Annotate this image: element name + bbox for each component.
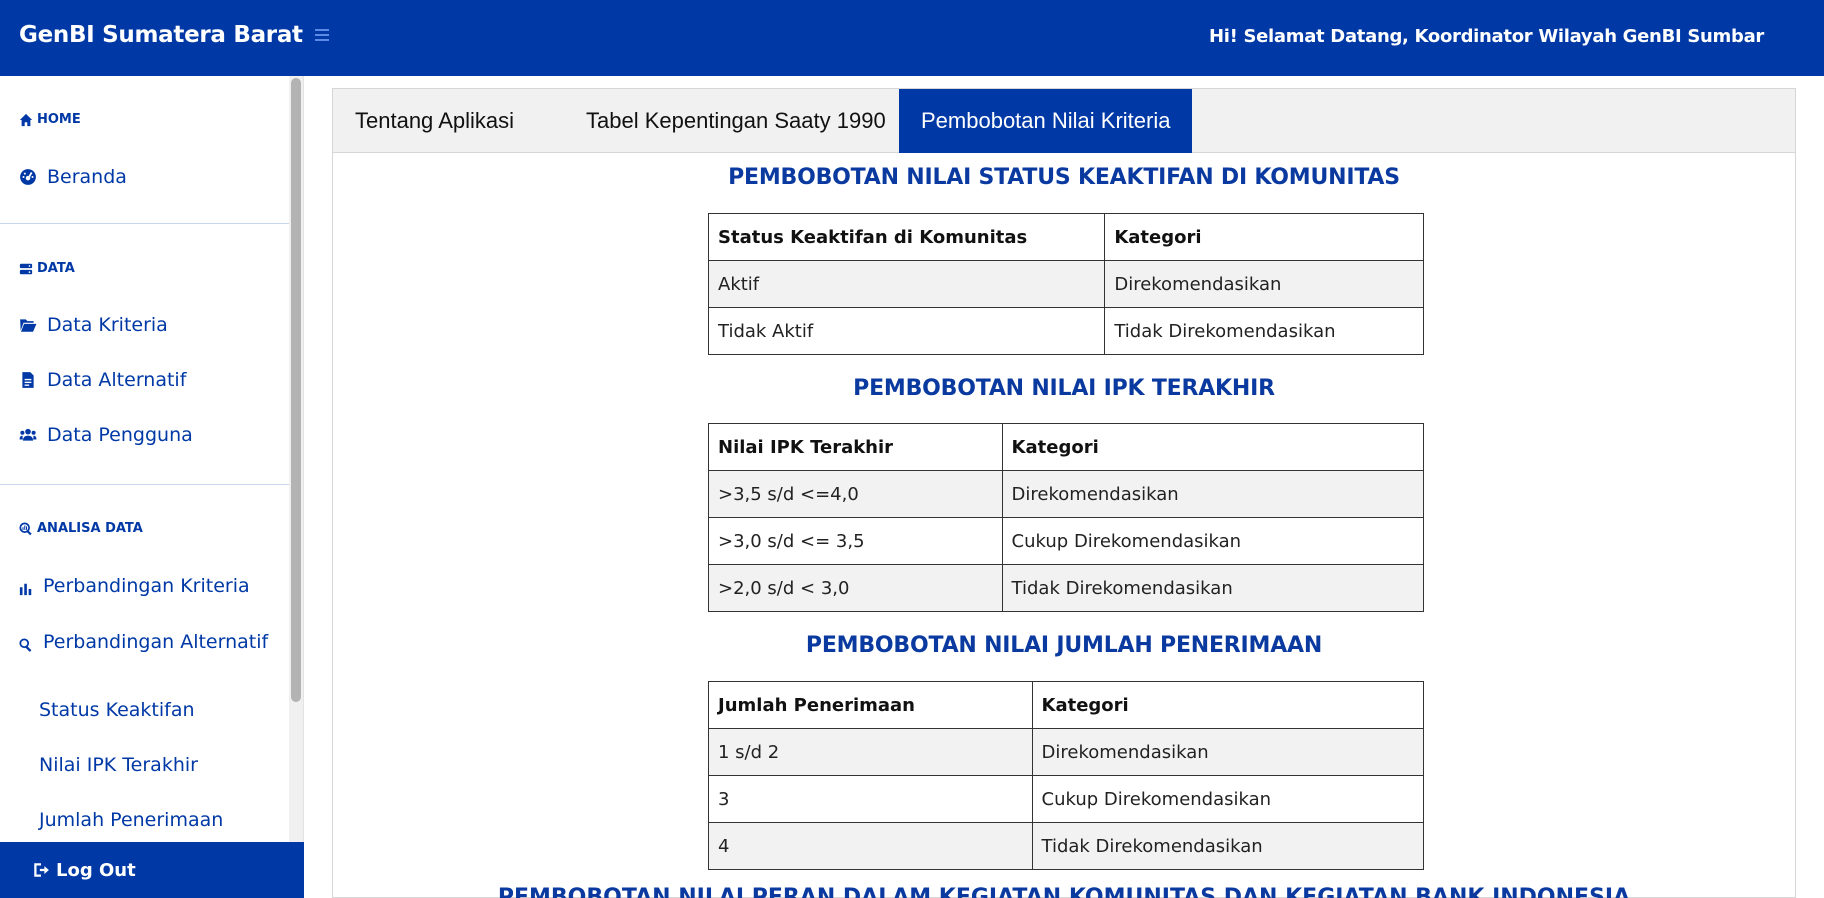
sidebar-item-label: Data Pengguna (47, 424, 193, 446)
content-card: Tentang Aplikasi Tabel Kepentingan Saaty… (332, 88, 1796, 898)
column-header: Status Keaktifan di Komunitas (707, 213, 1106, 261)
table-row: >3,5 s/d <=4,0 Direkomendasikan (708, 470, 1425, 518)
sidebar-item-label: Beranda (47, 166, 127, 188)
tab-pembobotan-nilai-kriteria[interactable]: Pembobotan Nilai Kriteria (899, 89, 1193, 153)
sidebar-item-label: Status Keaktifan (39, 699, 195, 721)
logout-button[interactable]: Log Out (0, 842, 304, 898)
table-row: 1 s/d 2 Direkomendasikan (708, 728, 1425, 776)
sidebar-section-label: ANALISA DATA (37, 521, 143, 536)
table-cell: 1 s/d 2 (708, 728, 1033, 776)
sidebar-item-beranda[interactable]: Beranda (19, 166, 127, 188)
sidebar-item-label: Perbandingan Alternatif (43, 631, 269, 653)
sidebar-item-perbandingan-alternatif[interactable]: Perbandingan Alternatif (19, 631, 268, 653)
table-header-row: Status Keaktifan di Komunitas Kategori (707, 213, 1424, 261)
tab-label: Tentang Aplikasi (355, 108, 514, 133)
column-header: Kategori (1001, 423, 1425, 471)
tab-label: Tabel Kepentingan Saaty 1990 (586, 108, 886, 133)
users-icon (19, 426, 37, 444)
table-cell: Tidak Direkomendasikan (1001, 564, 1425, 612)
table-header-row: Nilai IPK Terakhir Kategori (708, 423, 1425, 471)
sidebar-item-data-kriteria[interactable]: Data Kriteria (19, 314, 168, 336)
table-cell: >3,0 s/d <= 3,5 (708, 517, 1003, 565)
table-cell: 4 (708, 822, 1033, 870)
bar-chart-icon (19, 579, 33, 596)
sidebar-item-perbandingan-kriteria[interactable]: Perbandingan Kriteria (19, 575, 250, 597)
table-row: Aktif Direkomendasikan (707, 260, 1424, 308)
table-cell: Tidak Direkomendasikan (1104, 307, 1424, 355)
sidebar-scrollbar[interactable] (289, 76, 303, 898)
table-cell: Direkomendasikan (1031, 728, 1425, 776)
sidebar-item-label: Data Alternatif (47, 369, 187, 391)
table-status-keaktifan: Status Keaktifan di Komunitas Kategori A… (707, 213, 1424, 355)
table-row: Tidak Aktif Tidak Direkomendasikan (707, 307, 1424, 355)
section-title-jumlah-penerimaan: PEMBOBOTAN NILAI JUMLAH PENERIMAAN (805, 633, 1323, 658)
table-cell: 3 (708, 775, 1033, 823)
table-cell: Tidak Direkomendasikan (1031, 822, 1425, 870)
section-title-nilai-ipk: PEMBOBOTAN NILAI IPK TERAKHIR (853, 376, 1275, 401)
menu-toggle-icon[interactable] (312, 26, 332, 46)
column-header: Nilai IPK Terakhir (708, 423, 1003, 471)
server-icon (19, 262, 33, 276)
sidebar-item-label: Nilai IPK Terakhir (39, 754, 198, 776)
magnifier-icon (19, 635, 33, 652)
sidebar-item-data-alternatif[interactable]: Data Alternatif (19, 369, 186, 391)
folder-open-icon (19, 316, 37, 334)
table-cell: >2,0 s/d < 3,0 (708, 564, 1003, 612)
table-row: >2,0 s/d < 3,0 Tidak Direkomendasikan (708, 564, 1425, 612)
sidebar-subitem-jumlah-penerimaan[interactable]: Jumlah Penerimaan (39, 809, 223, 831)
home-icon (19, 113, 33, 127)
top-navbar: GenBI Sumatera Barat Hi! Selamat Datang,… (0, 0, 1824, 76)
search-chart-icon (19, 521, 33, 536)
table-jumlah-penerimaan: Jumlah Penerimaan Kategori 1 s/d 2 Direk… (708, 681, 1425, 870)
tab-tentang-aplikasi[interactable]: Tentang Aplikasi (333, 89, 536, 153)
table-cell: Aktif (707, 260, 1106, 308)
column-header: Jumlah Penerimaan (708, 681, 1033, 729)
section-title-peran-kegiatan: PEMBOBOTAN NILAI PERAN DALAM KEGIATAN KO… (497, 885, 1631, 898)
sidebar-section-label: HOME (37, 112, 81, 127)
sign-out-icon (32, 861, 50, 879)
tab-label: Pembobotan Nilai Kriteria (921, 108, 1171, 133)
table-header-row: Jumlah Penerimaan Kategori (708, 681, 1425, 729)
table-row: 3 Cukup Direkomendasikan (708, 775, 1425, 823)
dashboard-gauge-icon (19, 168, 37, 186)
table-cell: >3,5 s/d <=4,0 (708, 470, 1003, 518)
sidebar-section-analisa: ANALISA DATA (19, 521, 143, 536)
column-header: Kategori (1031, 681, 1425, 729)
sidebar-subitem-status-keaktifan[interactable]: Status Keaktifan (39, 699, 195, 721)
table-cell: Direkomendasikan (1104, 260, 1424, 308)
table-cell: Tidak Aktif (707, 307, 1106, 355)
table-row: >3,0 s/d <= 3,5 Cukup Direkomendasikan (708, 517, 1425, 565)
table-cell: Direkomendasikan (1001, 470, 1425, 518)
logout-label: Log Out (56, 859, 136, 881)
sidebar-divider (0, 223, 290, 224)
tab-bar: Tentang Aplikasi Tabel Kepentingan Saaty… (333, 89, 1795, 153)
table-nilai-ipk: Nilai IPK Terakhir Kategori >3,5 s/d <=4… (708, 423, 1425, 612)
sidebar-section-home: HOME (19, 112, 81, 127)
sidebar-scrollbar-thumb[interactable] (291, 78, 301, 702)
sidebar-subitem-nilai-ipk[interactable]: Nilai IPK Terakhir (39, 754, 198, 776)
file-icon (19, 371, 37, 389)
sidebar-section-label: DATA (37, 261, 75, 276)
sidebar-item-label: Jumlah Penerimaan (39, 809, 224, 831)
sidebar-item-label: Data Kriteria (47, 314, 168, 336)
sidebar: HOME Beranda DATA Data Kriteria Data Alt… (0, 76, 304, 898)
welcome-message: Hi! Selamat Datang, Koordinator Wilayah … (1208, 26, 1764, 47)
column-header: Kategori (1104, 213, 1424, 261)
sidebar-divider (0, 484, 290, 485)
section-title-status-keaktifan: PEMBOBOTAN NILAI STATUS KEAKTIFAN DI KOM… (728, 165, 1400, 190)
table-cell: Cukup Direkomendasikan (1001, 517, 1425, 565)
sidebar-section-data: DATA (19, 261, 75, 276)
table-row: 4 Tidak Direkomendasikan (708, 822, 1425, 870)
tab-tabel-kepentingan-saaty[interactable]: Tabel Kepentingan Saaty 1990 (564, 89, 908, 153)
sidebar-item-label: Perbandingan Kriteria (43, 575, 250, 597)
table-cell: Cukup Direkomendasikan (1031, 775, 1425, 823)
sidebar-item-data-pengguna[interactable]: Data Pengguna (19, 424, 193, 446)
brand-title[interactable]: GenBI Sumatera Barat (19, 22, 303, 48)
